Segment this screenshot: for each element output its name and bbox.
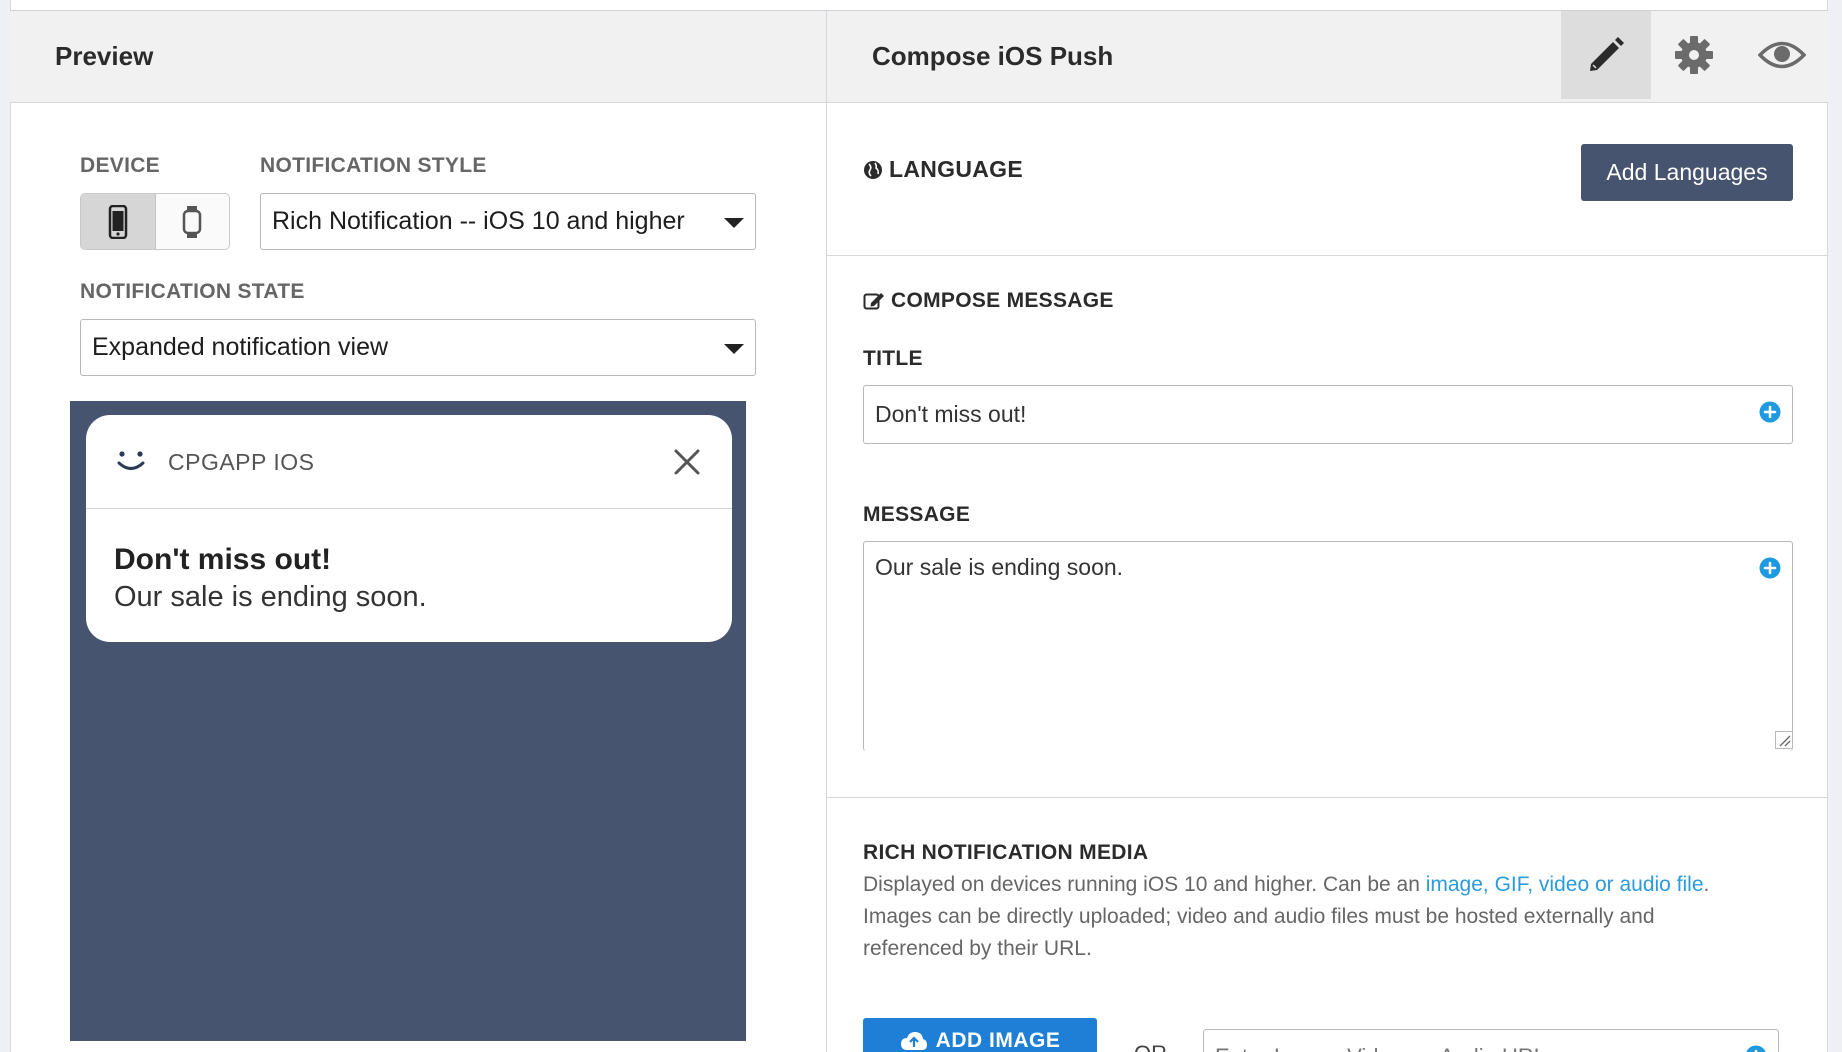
eye-icon xyxy=(1758,41,1806,69)
notification-body: Our sale is ending soon. xyxy=(114,581,427,613)
device-label: DEVICE xyxy=(80,154,160,177)
notification-state-select[interactable]: Expanded notification view xyxy=(80,319,756,376)
title-input[interactable]: Don't miss out! xyxy=(863,385,1793,444)
chevron-down-icon xyxy=(724,218,744,228)
cloud-upload-icon xyxy=(900,1032,927,1050)
add-languages-button[interactable]: Add Languages xyxy=(1581,144,1793,201)
preview-header: Preview xyxy=(10,11,826,103)
message-textarea[interactable]: Our sale is ending soon. xyxy=(863,541,1793,751)
rich-media-help-line-1: Displayed on devices running iOS 10 and … xyxy=(863,869,1803,901)
notification-header: CPGAPP IOS xyxy=(86,415,732,509)
app-smile-icon xyxy=(117,451,145,470)
edit-tab-button[interactable] xyxy=(1561,11,1651,99)
add-personalization-icon[interactable] xyxy=(1745,1045,1767,1052)
notification-card: CPGAPP IOS Don't miss out! Our sale is e… xyxy=(86,415,732,642)
message-textarea-value: Our sale is ending soon. xyxy=(875,554,1124,580)
gear-icon xyxy=(1675,36,1713,74)
media-url-input[interactable] xyxy=(1203,1029,1779,1052)
preview-title: Preview xyxy=(55,41,154,71)
help-text-2: . xyxy=(1703,873,1710,896)
help-text-1: Displayed on devices running iOS 10 and … xyxy=(863,873,1426,896)
compose-panel: Compose iOS Push LANGUAGE Add Languages … xyxy=(827,11,1828,1052)
notification-style-select[interactable]: Rich Notification -- iOS 10 and higher xyxy=(260,193,756,250)
compose-title: Compose iOS Push xyxy=(872,41,1114,71)
language-heading: LANGUAGE xyxy=(863,156,1023,183)
section-divider xyxy=(827,255,1828,256)
add-personalization-icon[interactable] xyxy=(1759,557,1781,579)
compose-message-heading-text: COMPOSE MESSAGE xyxy=(891,289,1114,312)
add-personalization-icon[interactable] xyxy=(1759,401,1781,423)
notification-app-name: CPGAPP IOS xyxy=(168,449,315,475)
media-types-link[interactable]: image, GIF, video or audio file xyxy=(1426,873,1704,896)
rich-media-help-line-3: referenced by their URL. xyxy=(863,937,1092,960)
rich-media-heading: RICH NOTIFICATION MEDIA xyxy=(863,841,1149,864)
notification-state-label: NOTIFICATION STATE xyxy=(80,280,305,303)
device-toggle xyxy=(80,193,230,250)
resize-handle-icon[interactable] xyxy=(1775,731,1793,749)
notification-title: Don't miss out! xyxy=(114,543,332,576)
compose-header: Compose iOS Push xyxy=(827,11,1828,103)
rich-media-help: Displayed on devices running iOS 10 and … xyxy=(863,869,1803,965)
title-label: TITLE xyxy=(863,347,923,370)
edit-square-icon xyxy=(863,293,884,310)
close-icon[interactable] xyxy=(674,449,700,475)
rich-media-help-line-2: Images can be directly uploaded; video a… xyxy=(863,905,1655,928)
or-separator: OR xyxy=(1134,1041,1167,1052)
notification-style-value: Rich Notification -- iOS 10 and higher xyxy=(272,207,685,235)
title-input-value: Don't miss out! xyxy=(875,401,1027,427)
add-image-button[interactable]: ADD IMAGE xyxy=(863,1018,1097,1052)
globe-icon xyxy=(864,160,882,179)
compose-message-heading: COMPOSE MESSAGE xyxy=(863,289,1114,313)
section-divider xyxy=(827,797,1828,798)
phone-icon xyxy=(108,204,127,239)
pencil-icon xyxy=(1590,37,1624,71)
chevron-down-icon xyxy=(724,344,744,354)
watch-icon xyxy=(183,205,202,238)
language-heading-text: LANGUAGE xyxy=(889,156,1024,182)
device-phone-button[interactable] xyxy=(81,194,156,249)
message-label: MESSAGE xyxy=(863,503,971,526)
notification-state-value: Expanded notification view xyxy=(92,333,389,361)
device-watch-button[interactable] xyxy=(156,194,230,249)
add-image-label: ADD IMAGE xyxy=(935,1029,1061,1052)
preview-tab-button[interactable] xyxy=(1737,11,1827,99)
settings-tab-button[interactable] xyxy=(1649,11,1739,99)
notification-style-label: NOTIFICATION STYLE xyxy=(260,154,487,177)
